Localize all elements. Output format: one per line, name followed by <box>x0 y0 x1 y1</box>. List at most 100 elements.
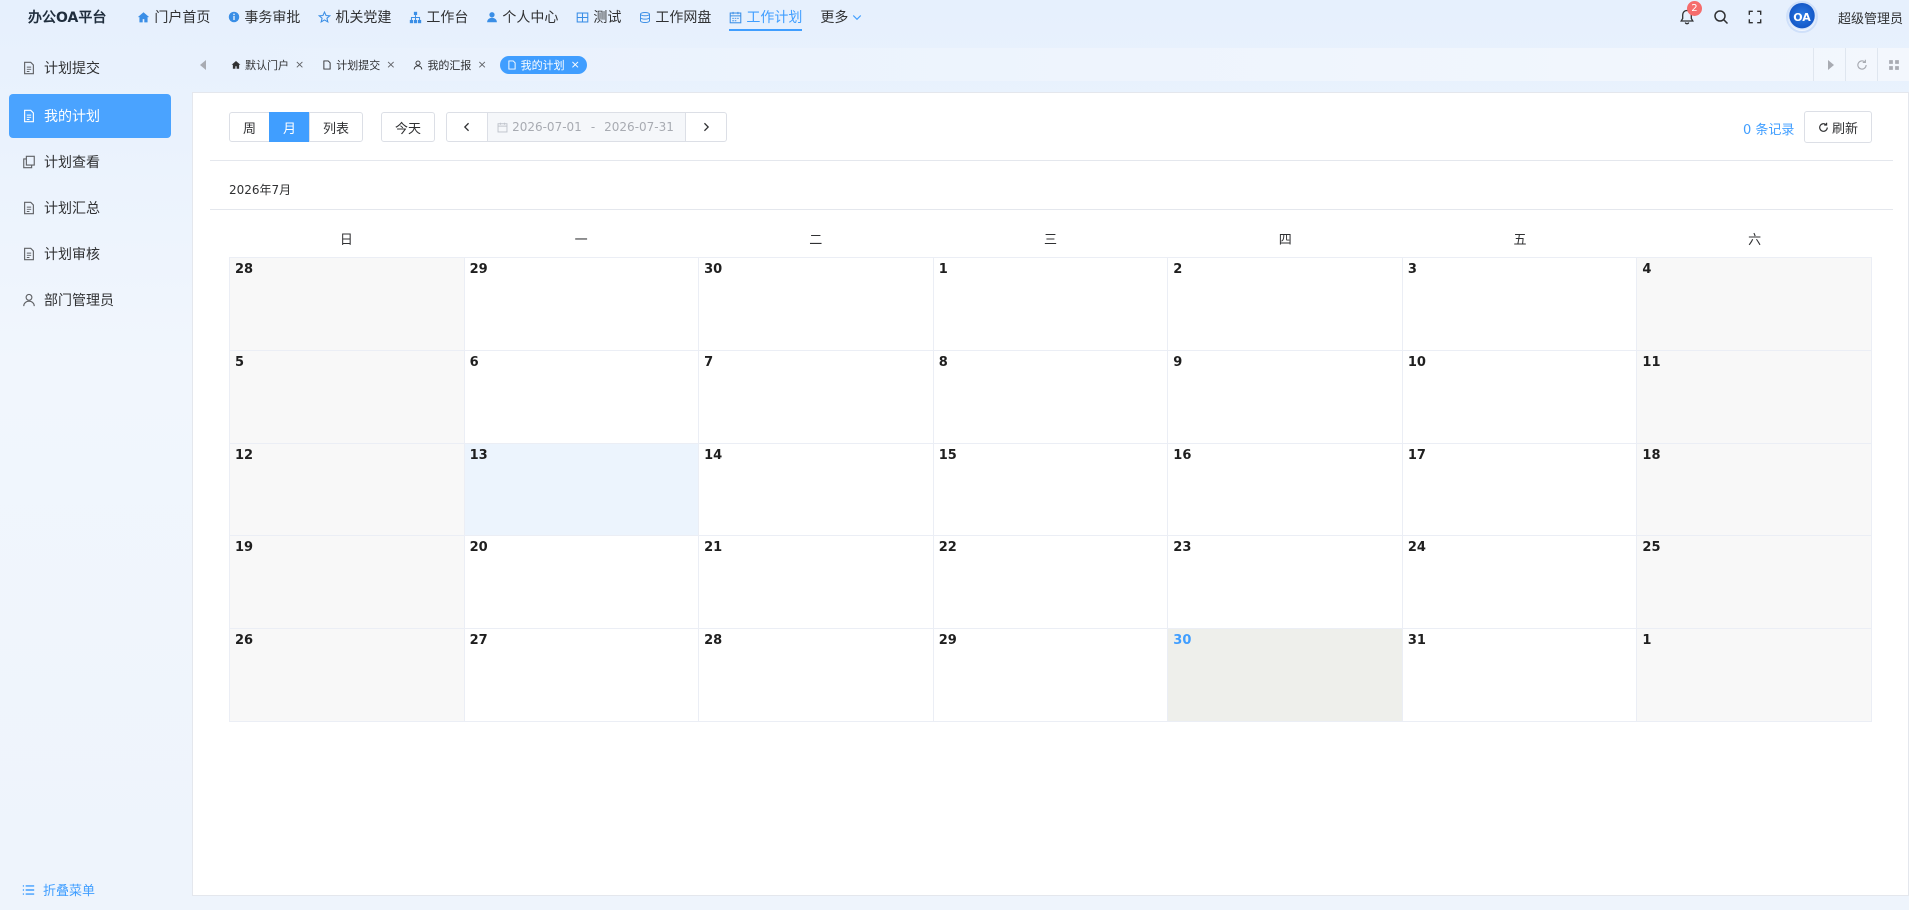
topnav-item-label: 个人中心 <box>502 10 559 26</box>
notification-badge: 2 <box>1686 1 1702 16</box>
calendar-day-cell[interactable]: 7 <box>699 350 934 444</box>
sidebar-item-dept-admin[interactable]: 部门管理员 <box>9 278 171 322</box>
tabs-scroll-right-button[interactable] <box>1813 48 1845 81</box>
view-month-button[interactable]: 月 <box>269 112 311 142</box>
tabs-actions <box>1813 48 1909 81</box>
calendar-day-number: 4 <box>1642 262 1652 277</box>
calendar-day-cell[interactable]: 25 <box>1637 536 1872 630</box>
calendar-day-cell[interactable]: 5 <box>230 350 465 444</box>
topnav-item-portal-home[interactable]: 门户首页 <box>128 0 219 34</box>
calendar-day-cell[interactable]: 16 <box>1168 443 1403 537</box>
calendar-day-cell[interactable]: 31 <box>1402 629 1638 722</box>
calendar-day-number: 6 <box>469 354 479 370</box>
tab-default-portal[interactable]: 默认门户 × <box>226 56 309 74</box>
calendar-day-cell[interactable]: 11 <box>1637 350 1872 444</box>
tab-label: 计划提交 <box>336 58 381 72</box>
sidebar-item-plan-view[interactable]: 计划查看 <box>9 140 171 184</box>
view-list-button[interactable]: 列表 <box>309 112 364 142</box>
close-icon[interactable]: × <box>386 58 395 71</box>
topnav-item-party-building[interactable]: 机关党建 <box>309 0 400 34</box>
org-icon <box>409 11 422 24</box>
calendar-day-cell[interactable]: 14 <box>699 443 934 537</box>
view-week-button[interactable]: 周 <box>229 112 271 142</box>
refresh-button[interactable]: 刷新 <box>1804 111 1872 143</box>
caret-right-icon <box>1826 59 1834 70</box>
document-icon <box>322 59 332 70</box>
collapse-menu-button[interactable]: 折叠菜单 <box>22 880 95 899</box>
reload-tab-button[interactable] <box>1845 48 1877 81</box>
calendar-day-cell-today[interactable]: 30 <box>1168 629 1403 722</box>
calendar-day-cell[interactable]: 24 <box>1402 536 1638 630</box>
calendar-day-number: 8 <box>938 354 948 370</box>
calendar-day-cell[interactable]: 4 <box>1637 258 1872 351</box>
calendar-day-number: 15 <box>938 447 957 463</box>
calendar-day-cell[interactable]: 1 <box>1637 629 1872 722</box>
calendar-day-cell[interactable]: 8 <box>933 350 1169 444</box>
tab-menu-button[interactable] <box>1877 48 1909 81</box>
calendar-day-cell[interactable]: 2 <box>1168 258 1403 351</box>
calendar-day-cell[interactable]: 10 <box>1402 350 1638 444</box>
calendar-day-cell[interactable]: 12 <box>230 443 465 537</box>
topnav-item-test[interactable]: 测试 <box>567 0 630 34</box>
topnav-item-work-plan[interactable]: 工作计划 <box>720 0 811 34</box>
username[interactable]: 超级管理员 <box>1838 8 1903 27</box>
calendar-day-cell[interactable]: 28 <box>230 258 465 351</box>
calendar-day-number: 26 <box>235 633 254 649</box>
calendar-day-number: 13 <box>469 447 488 463</box>
calendar-day-cell[interactable]: 15 <box>933 443 1169 537</box>
topnav-item-personal-center[interactable]: 个人中心 <box>477 0 567 34</box>
topnav-item-approval[interactable]: 事务审批 <box>219 0 309 34</box>
refresh-icon <box>1818 122 1829 133</box>
calendar-day-cell[interactable]: 19 <box>230 536 465 630</box>
topnav-item-cloud-drive[interactable]: 工作网盘 <box>630 0 720 34</box>
calendar-day-cell[interactable]: 21 <box>699 536 934 630</box>
calendar-day-cell[interactable]: 22 <box>933 536 1169 630</box>
next-month-button[interactable] <box>685 112 728 142</box>
calendar-day-cell[interactable]: 3 <box>1402 258 1638 351</box>
calendar-day-number: 16 <box>1173 447 1192 463</box>
calendar-day-cell[interactable]: 28 <box>699 629 934 722</box>
topnav-item-workbench[interactable]: 工作台 <box>400 0 477 34</box>
fullscreen-button[interactable] <box>1738 0 1772 34</box>
today-button[interactable]: 今天 <box>381 112 436 142</box>
notification-button[interactable]: 2 <box>1670 0 1704 34</box>
calendar-day-cell[interactable]: 20 <box>464 536 700 630</box>
sidebar-item-plan-submit[interactable]: 计划提交 <box>9 46 171 90</box>
calendar-day-cell[interactable]: 27 <box>464 629 700 722</box>
tabs-scroll-left-button[interactable] <box>192 48 216 81</box>
record-count[interactable]: 0 条记录 <box>1743 119 1794 138</box>
search-button[interactable] <box>1704 0 1738 34</box>
tabs-bar: 默认门户 × 计划提交 × 我的汇报 × 我的计划 × <box>192 48 1909 81</box>
tab-plan-submit[interactable]: 计划提交 × <box>317 56 400 74</box>
prev-month-button[interactable] <box>446 112 489 142</box>
weekday-label: 二 <box>809 233 823 248</box>
close-icon[interactable]: × <box>477 58 486 71</box>
calendar-day-number: 20 <box>469 540 488 556</box>
close-icon[interactable]: × <box>295 58 304 71</box>
sidebar-item-plan-review[interactable]: 计划审核 <box>9 232 171 276</box>
calendar-day-cell[interactable]: 23 <box>1168 536 1403 630</box>
calendar-day-cell[interactable]: 29 <box>933 629 1169 722</box>
close-icon[interactable]: × <box>571 58 580 71</box>
calendar-day-cell[interactable]: 9 <box>1168 350 1403 444</box>
topnav-item-more[interactable]: 更多 <box>811 0 872 34</box>
sidebar-item-my-plan[interactable]: 我的计划 <box>9 94 171 138</box>
home-icon <box>137 11 150 24</box>
calendar-day-cell[interactable]: 18 <box>1637 443 1872 537</box>
calendar-day-cell[interactable]: 1 <box>933 258 1169 351</box>
weekday-label: 三 <box>1044 233 1058 248</box>
topnav-item-label: 更多 <box>820 10 849 26</box>
sidebar-item-plan-summary[interactable]: 计划汇总 <box>9 186 171 230</box>
calendar-day-number: 3 <box>1407 262 1417 277</box>
tab-my-plan[interactable]: 我的计划 × <box>499 55 587 74</box>
tab-list: 默认门户 × 计划提交 × 我的汇报 × 我的计划 × <box>226 55 595 74</box>
date-range-input[interactable]: 2026-07-01 - 2026-07-31 <box>487 112 687 142</box>
avatar[interactable]: OA <box>1785 1 1818 33</box>
tab-my-report[interactable]: 我的汇报 × <box>408 56 491 74</box>
calendar-day-cell[interactable]: 26 <box>230 629 465 722</box>
calendar-day-cell[interactable]: 13 <box>464 443 700 537</box>
calendar-day-cell[interactable]: 30 <box>699 258 934 351</box>
calendar-day-cell[interactable]: 29 <box>464 258 700 351</box>
calendar-day-cell[interactable]: 17 <box>1402 443 1638 537</box>
calendar-day-cell[interactable]: 6 <box>464 350 700 444</box>
